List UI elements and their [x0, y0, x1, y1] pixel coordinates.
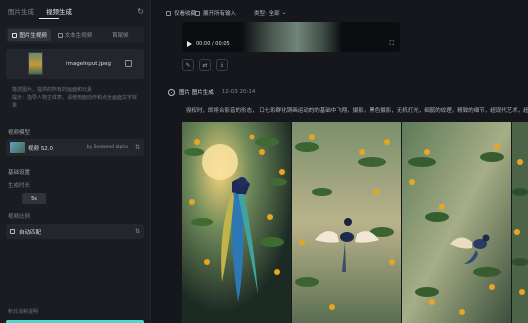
- active-tab-indicator: [39, 18, 59, 19]
- duration-label: 生成时长: [8, 183, 31, 189]
- filter-type-dropdown[interactable]: 类型: 全部 ⌄: [254, 9, 286, 17]
- message-title: 图片 图片生成: [179, 90, 214, 96]
- aspect-ratio-icon: [10, 229, 15, 234]
- filter-bar: 仅看收藏 展开所有输入 类型: 全部 ⌄: [152, 7, 528, 19]
- model-name: 视频 S2.0: [28, 145, 53, 152]
- tab-image-generation[interactable]: 图片生成: [8, 6, 34, 16]
- tab-video-generation[interactable]: 视频生成: [46, 6, 72, 16]
- prompt-text: 授权时，即将合影音的形态， 口七彩群化铜画运动的的基础中飞翔，摄影，黑色摄影，无…: [186, 108, 528, 114]
- text-icon: [57, 32, 63, 38]
- message-header: 图片 图片生成 12-03 20:14: [168, 88, 255, 96]
- model-by: by Seaweed alpha: [86, 145, 128, 150]
- fullscreen-icon[interactable]: ⛶: [390, 40, 394, 48]
- mode-tab-text-to-video[interactable]: 文本生视频: [53, 29, 96, 41]
- generation-status-icon: [168, 88, 175, 96]
- download-icon: ⤓: [220, 61, 224, 68]
- filter-expand-inputs[interactable]: 展开所有输入: [195, 9, 236, 17]
- edit-button[interactable]: ✎: [182, 59, 194, 71]
- message-time: 12-03 20:14: [221, 89, 256, 95]
- generated-image-gallery: [182, 122, 528, 323]
- video-frame: [242, 22, 342, 52]
- replace-file-icon[interactable]: [125, 60, 132, 67]
- top-tab-bar: 图片生成 视频生成 ↻: [8, 5, 144, 17]
- generated-image-2[interactable]: [292, 122, 401, 323]
- aspect-ratio-label: 视频比例: [8, 214, 31, 220]
- uploaded-image-thumbnail: [28, 52, 43, 75]
- chevron-down-icon: ⌄: [281, 10, 287, 16]
- redo-icon: ⇄: [202, 61, 208, 69]
- download-button[interactable]: ⤓: [216, 59, 228, 71]
- edit-icon: ✎: [185, 61, 191, 69]
- model-selector[interactable]: 视频 S2.0 by Seaweed alpha ⇅: [6, 139, 144, 156]
- video-time: 00:00 / 00:05: [196, 41, 230, 47]
- generated-image-4[interactable]: [512, 122, 528, 323]
- video-player[interactable]: 00:00 / 00:05 ⛶: [182, 22, 400, 52]
- redo-button[interactable]: ⇄: [199, 59, 211, 71]
- generated-image-3[interactable]: [402, 122, 511, 323]
- basic-settings-label: 基础设置: [8, 170, 31, 176]
- aspect-ratio-value: 自动匹配: [19, 229, 42, 236]
- refresh-icon[interactable]: ↻: [137, 7, 144, 16]
- video-model-label: 视频模型: [8, 130, 31, 136]
- mode-tab-first-last-frame[interactable]: 首尾帧: [99, 29, 142, 41]
- duration-option-5s[interactable]: 5s: [22, 193, 46, 204]
- sidebar: 图片生成 视频生成 ↻ 图片生视频 文本生视频 首尾帧 imageInput.j…: [0, 0, 151, 323]
- model-thumbnail: [10, 142, 25, 153]
- main-content: 仅看收藏 展开所有输入 类型: 全部 ⌄ 00:00 / 00:05 ⛶ ✎ ⇄…: [152, 0, 528, 323]
- checkbox-icon: [195, 10, 200, 16]
- generated-image-1[interactable]: [182, 122, 291, 323]
- aspect-ratio-selector[interactable]: 自动匹配 ⇅: [6, 224, 144, 239]
- play-icon[interactable]: [187, 41, 192, 47]
- image-icon: [12, 32, 18, 38]
- checkbox-icon: [166, 10, 171, 16]
- uploaded-file-name: imageInput.jpeg: [66, 61, 112, 67]
- mode-tabs: 图片生视频 文本生视频 首尾帧: [6, 27, 144, 43]
- mode-tab-image-to-video[interactable]: 图片生视频: [8, 29, 52, 41]
- swap-icon[interactable]: ⇅: [135, 144, 140, 151]
- credit-usage-label[interactable]: 积分消耗说明: [8, 308, 38, 315]
- filter-favorites[interactable]: 仅看收藏: [166, 9, 196, 17]
- upload-card[interactable]: imageInput.jpeg: [6, 49, 144, 79]
- swap-icon[interactable]: ⇅: [135, 228, 140, 235]
- prompt-hint[interactable]: 描述图片，提供的所有的画面和元素 提示：指导人物主体表，请使用面动作和点全画面文…: [12, 86, 140, 110]
